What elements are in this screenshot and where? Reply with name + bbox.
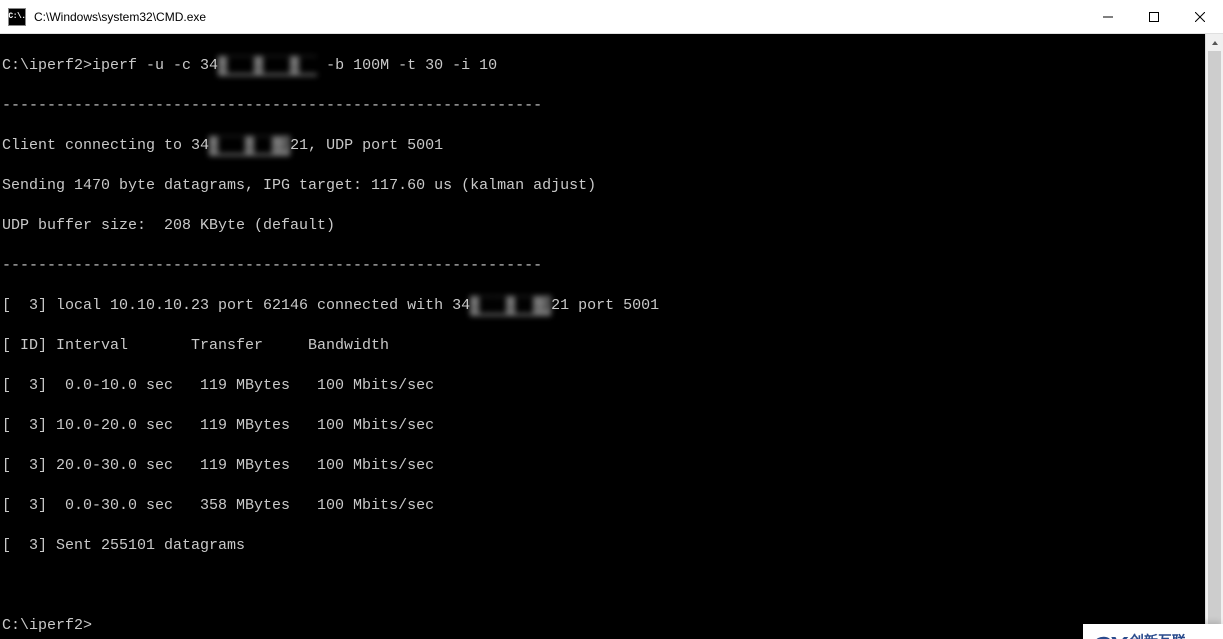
- cmd-window: C:\. C:\Windows\system32\CMD.exe C:\iper…: [0, 0, 1223, 639]
- local-post: 21 port 5001: [551, 297, 659, 314]
- table-header: [ ID] Interval Transfer Bandwidth: [2, 336, 1205, 356]
- table-row: [ 3] 0.0-30.0 sec 358 MBytes 100 Mbits/s…: [2, 496, 1205, 516]
- local-mask-icon: .███.██.2: [470, 296, 551, 316]
- conn-pre: Client connecting to 34: [2, 137, 209, 154]
- minimize-button[interactable]: [1085, 0, 1131, 33]
- conn-mask-icon: .███.██.2: [209, 136, 290, 156]
- vertical-scrollbar[interactable]: [1205, 34, 1223, 639]
- cmd-mask-icon: .███.███.██: [218, 56, 317, 76]
- conn-post: 21, UDP port 5001: [290, 137, 443, 154]
- scrollbar-track[interactable]: [1206, 51, 1223, 639]
- close-button[interactable]: [1177, 0, 1223, 33]
- prompt: C:\iperf2>: [2, 57, 92, 74]
- blank-line: [2, 576, 1205, 596]
- watermark-badge: CX 创新互联 CHUANG XIN HU LIAN: [1083, 624, 1223, 639]
- window-title: C:\Windows\system32\CMD.exe: [34, 10, 1085, 24]
- cmd-pre: iperf -u -c 34: [92, 57, 218, 74]
- scrollbar-thumb[interactable]: [1208, 51, 1221, 639]
- table-row: [ 3] 20.0-30.0 sec 119 MBytes 100 Mbits/…: [2, 456, 1205, 476]
- terminal-area: C:\iperf2>iperf -u -c 34.███.███.██ -b 1…: [0, 34, 1223, 639]
- watermark-zh: 创新互联: [1130, 634, 1215, 639]
- watermark-logo-icon: CX: [1091, 633, 1124, 639]
- local-pre: [ 3] local 10.10.10.23 port 62146 connec…: [2, 297, 470, 314]
- sending-line: Sending 1470 byte datagrams, IPG target:…: [2, 176, 1205, 196]
- cmd-post: -b 100M -t 30 -i 10: [317, 57, 497, 74]
- maximize-button[interactable]: [1131, 0, 1177, 33]
- separator: ----------------------------------------…: [2, 96, 1205, 116]
- terminal-output[interactable]: C:\iperf2>iperf -u -c 34.███.███.██ -b 1…: [0, 34, 1205, 639]
- sent-line: [ 3] Sent 255101 datagrams: [2, 536, 1205, 556]
- buffer-line: UDP buffer size: 208 KByte (default): [2, 216, 1205, 236]
- scroll-up-button[interactable]: [1206, 34, 1223, 51]
- table-row: [ 3] 10.0-20.0 sec 119 MBytes 100 Mbits/…: [2, 416, 1205, 436]
- titlebar[interactable]: C:\. C:\Windows\system32\CMD.exe: [0, 0, 1223, 34]
- prompt: C:\iperf2>: [2, 616, 1205, 636]
- cmd-icon: C:\.: [8, 8, 26, 26]
- window-controls: [1085, 0, 1223, 33]
- table-row: [ 3] 0.0-10.0 sec 119 MBytes 100 Mbits/s…: [2, 376, 1205, 396]
- separator: ----------------------------------------…: [2, 256, 1205, 276]
